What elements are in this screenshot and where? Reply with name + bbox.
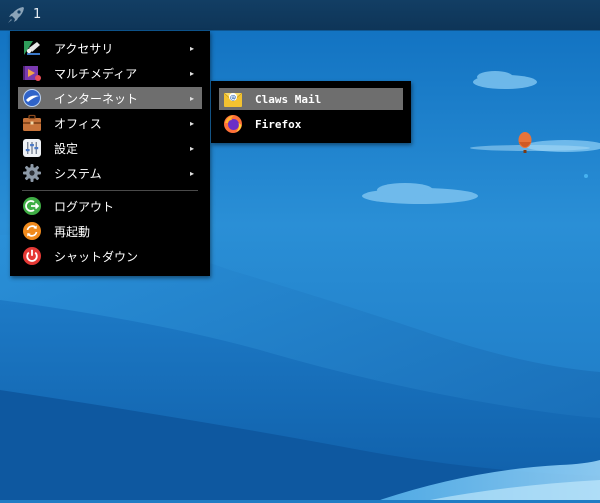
settings-icon: [22, 138, 42, 158]
office-icon: [22, 113, 42, 133]
multimedia-icon: [22, 63, 42, 83]
svg-text:@: @: [230, 94, 237, 102]
internet-submenu: @ Claws Mail Firefox: [211, 81, 411, 143]
menu-item-settings[interactable]: 設定 ▸: [18, 137, 202, 159]
menu-item-internet[interactable]: インターネット ▸: [18, 87, 202, 109]
taskbar: 1: [0, 0, 600, 30]
submenu-arrow-icon: ▸: [189, 118, 194, 128]
menu-item-multimedia[interactable]: マルチメディア ▸: [18, 62, 202, 84]
menu-item-accessories[interactable]: アクセサリ ▸: [18, 37, 202, 59]
firefox-icon: [223, 114, 243, 134]
submenu-arrow-icon: ▸: [189, 143, 194, 153]
menu-item-label: ログアウト: [54, 199, 115, 214]
menu-separator: [22, 190, 198, 191]
menu-item-label: マルチメディア: [54, 66, 138, 81]
menu-item-label: 設定: [54, 141, 79, 156]
rocket-icon[interactable]: [6, 5, 26, 25]
internet-icon: [22, 88, 42, 108]
menu-item-firefox[interactable]: Firefox: [219, 113, 403, 135]
menu-item-claws-mail[interactable]: @ Claws Mail: [219, 88, 403, 110]
power-icon: [22, 246, 42, 266]
claws-mail-icon: @: [223, 89, 243, 109]
menu-item-shutdown[interactable]: シャットダウン: [18, 245, 202, 267]
submenu-arrow-icon: ▸: [189, 43, 194, 53]
submenu-arrow-icon: ▸: [189, 168, 194, 178]
menu-item-office[interactable]: オフィス ▸: [18, 112, 202, 134]
menu-item-logout[interactable]: ログアウト: [18, 195, 202, 217]
submenu-arrow-icon: ▸: [189, 93, 194, 103]
restart-icon: [22, 221, 42, 241]
main-menu: アクセサリ ▸ マルチメディア ▸ インターネット ▸ オフィス ▸ 設定 ▸ …: [10, 31, 210, 276]
gear-icon: [22, 163, 42, 183]
submenu-arrow-icon: ▸: [189, 68, 194, 78]
menu-item-label: アクセサリ: [54, 41, 114, 56]
menu-item-label: Claws Mail: [255, 92, 322, 106]
menu-item-restart[interactable]: 再起動: [18, 220, 202, 242]
menu-item-label: シャットダウン: [54, 249, 139, 264]
accessories-icon: [22, 38, 42, 58]
menu-item-system[interactable]: システム ▸: [18, 162, 202, 184]
menu-item-label: インターネット: [54, 91, 139, 106]
workspace-indicator[interactable]: 1: [33, 7, 41, 22]
logout-icon: [22, 196, 42, 216]
menu-item-label: システム: [54, 166, 102, 181]
menu-item-label: Firefox: [255, 117, 302, 131]
menu-item-label: 再起動: [54, 224, 91, 239]
menu-item-label: オフィス: [54, 116, 102, 131]
